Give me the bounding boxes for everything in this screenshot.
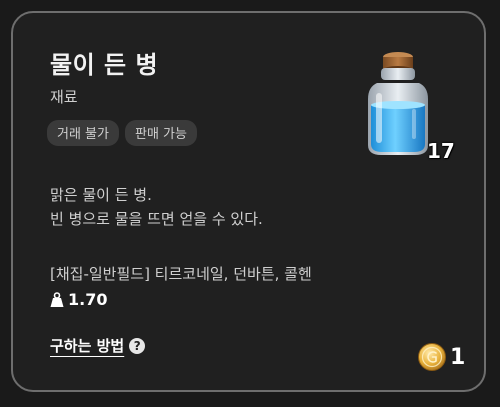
weight-icon (50, 291, 64, 307)
item-tooltip-card: 물이 든 병 재료 거래 불가 판매 가능 17 맑은 물이 든 병. 빈 병으… (11, 11, 486, 392)
weight-value: 1.70 (68, 290, 108, 309)
item-description: 맑은 물이 든 병. 빈 병으로 물을 뜨면 얻을 수 있다. (50, 183, 263, 231)
help-icon[interactable]: ? (129, 337, 146, 354)
how-to-obtain-label[interactable]: 구하는 방법 (50, 335, 124, 356)
item-name: 물이 든 병 (50, 51, 159, 79)
item-category: 재료 (50, 88, 78, 106)
item-source: [채집-일반필드] 티르코네일, 던바튼, 콜헨 (50, 265, 312, 283)
price-value: 1 (450, 344, 466, 370)
item-tags: 거래 불가 판매 가능 (47, 120, 197, 146)
water-bottle-icon (368, 52, 428, 155)
tag-sellable: 판매 가능 (124, 120, 197, 146)
how-to-obtain-link[interactable]: 구하는 방법 ? (50, 335, 146, 356)
item-count: 17 (427, 139, 455, 163)
tag-untradable: 거래 불가 (47, 120, 119, 146)
description-line-2: 빈 병으로 물을 뜨면 얻을 수 있다. (50, 210, 263, 228)
description-line-1: 맑은 물이 든 병. (50, 186, 152, 204)
item-weight: 1.70 (50, 290, 107, 309)
coin-icon (418, 343, 446, 371)
item-price: 1 (417, 342, 465, 372)
